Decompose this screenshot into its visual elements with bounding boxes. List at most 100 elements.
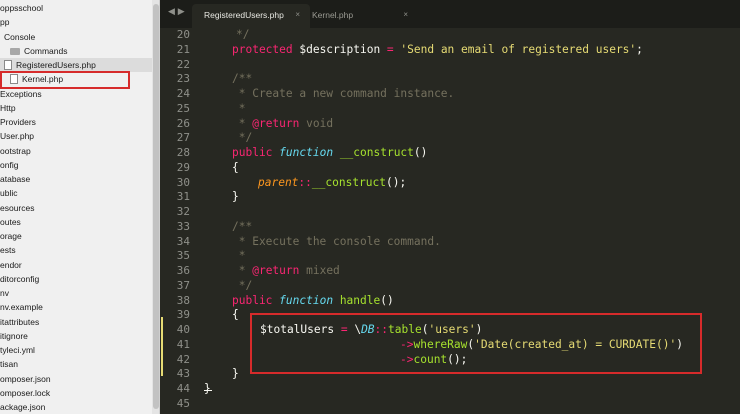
code-editor[interactable]: 20 21 22 23 24 25 26 27 28 29 30 31 32 33 34 35 36 37 38 39… (160, 28, 740, 414)
tree-item-label: endor (0, 259, 22, 270)
code-line-39: { (232, 308, 239, 323)
sidebar-scrollbar-thumb[interactable] (153, 4, 159, 409)
tree-item[interactable]: itignore (0, 329, 152, 343)
line-number: 21 (176, 42, 190, 56)
operator: -> (400, 352, 414, 366)
tree-item-label: RegisteredUsers.php (16, 60, 96, 70)
line-number: 29 (176, 160, 190, 174)
punctuation: ) (676, 337, 683, 351)
punctuation: (); (447, 352, 468, 366)
tree-item[interactable]: oppsschool (0, 1, 152, 15)
tree-item-label: itignore (0, 330, 28, 341)
code-line-24: * Create a new command instance. (232, 87, 455, 102)
line-number: 27 (176, 131, 190, 145)
tree-item[interactable]: ootstrap (0, 144, 152, 158)
code-line-26: * @return void (232, 117, 333, 132)
tree-item[interactable]: Providers (0, 115, 152, 129)
class-name: DB (361, 323, 375, 336)
operator: -> (400, 337, 414, 351)
line-number: 34 (176, 234, 190, 248)
tree-item[interactable]: ditorconfig (0, 272, 152, 286)
comment-text: */ (232, 278, 253, 292)
tree-item[interactable]: Console (0, 30, 152, 44)
tree-item[interactable]: esources (0, 201, 152, 215)
tree-item-label: orage (0, 231, 22, 241)
tree-item[interactable]: User.php (0, 129, 152, 143)
brace: } (232, 367, 239, 381)
code-line-21: protected $description = 'Send an email … (232, 43, 643, 58)
file-tree-sidebar: oppsschool pp Console Commands RegisteredUse… (0, 0, 160, 414)
variable: $description (292, 42, 387, 56)
tree-item[interactable]: omposer.json (0, 372, 152, 386)
tree-item[interactable]: Http (0, 101, 152, 115)
function-call: __construct (311, 175, 386, 189)
keyword: public (232, 146, 273, 159)
comment-text: mixed (299, 264, 340, 277)
tree-item-label: omposer.lock (0, 387, 51, 398)
tree-item[interactable]: endor (0, 258, 152, 272)
comment-text: * (232, 249, 246, 263)
tree-item-label: ests (0, 245, 16, 256)
comment-text: */ (236, 28, 250, 41)
tree-item[interactable]: RegisteredUsers.php (0, 58, 152, 72)
doc-tag: @return (252, 116, 300, 130)
tree-item[interactable]: atabase (0, 172, 152, 186)
tree-item[interactable]: Commands (0, 44, 152, 58)
tree-item[interactable]: ests (0, 243, 152, 257)
line-number: 37 (176, 278, 190, 292)
operator: :: (374, 323, 389, 336)
tree-item[interactable]: tisan (0, 357, 152, 371)
comment-text: */ (232, 131, 253, 145)
tree-item[interactable]: outes (0, 215, 152, 229)
tab-registered-users[interactable]: RegisteredUsers.php × (192, 4, 310, 28)
line-number: 25 (176, 101, 190, 115)
bracket-match-underline (204, 376, 212, 391)
code-line-25: * (232, 102, 246, 117)
keyword: protected (232, 42, 293, 56)
tab-nav-arrows[interactable]: ◀ ▶ (168, 7, 185, 17)
line-number: 38 (176, 293, 190, 307)
tree-item[interactable]: omposer.lock (0, 386, 152, 400)
tree-item[interactable]: Kernel.php (0, 72, 152, 86)
comment-text: void (299, 116, 334, 130)
code-line-33: /** (232, 220, 252, 235)
tree-item[interactable]: ackage.json (0, 400, 152, 414)
comment-text: /** (232, 219, 253, 233)
code-line-43: } (232, 367, 239, 382)
comment-text: * (232, 264, 253, 277)
string-literal: 'Send an email of registered users' (393, 42, 637, 56)
code-line-20: */ (236, 28, 249, 43)
code-line-34: * Execute the console command. (232, 235, 441, 250)
close-icon[interactable]: × (403, 4, 408, 26)
tree-item[interactable]: nv (0, 286, 152, 300)
tree-item[interactable]: tyleci.yml (0, 343, 152, 357)
sidebar-scrollbar[interactable] (152, 0, 159, 414)
tree-item-label: Http (0, 102, 16, 113)
storage-type: function (279, 146, 334, 159)
punctuation: ; (636, 42, 643, 56)
code-line-27: */ (232, 131, 252, 146)
tree-item[interactable]: nv.example (0, 300, 152, 314)
tree-item[interactable]: orage (0, 229, 152, 243)
string-literal: 'users' (428, 323, 476, 336)
variable: $totalUsers (260, 323, 341, 336)
tree-item[interactable]: pp (0, 15, 152, 29)
code-line-41: ->whereRaw('Date(created_at) = CURDATE()… (400, 338, 683, 353)
tree-item[interactable]: itattributes (0, 315, 152, 329)
tree-item-label: Commands (24, 45, 68, 56)
tab-bar: ◀ ▶ RegisteredUsers.php × Kernel.php × (160, 0, 740, 28)
tab-kernel[interactable]: Kernel.php × (300, 4, 418, 28)
forward-arrow-icon[interactable]: ▶ (178, 7, 185, 17)
tree-item-label: ootstrap (0, 145, 31, 156)
code-line-38: public function handle() (232, 294, 394, 309)
line-number: 42 (176, 352, 190, 366)
tree-item[interactable]: Exceptions (0, 87, 152, 101)
line-number: 26 (176, 116, 190, 130)
tree-item-label: esources (0, 202, 35, 213)
back-arrow-icon[interactable]: ◀ (168, 7, 175, 17)
tree-item[interactable]: onfig (0, 158, 152, 172)
function-name: handle (339, 293, 381, 307)
tree-item-label: tyleci.yml (0, 345, 35, 355)
tree-item[interactable]: ublic (0, 186, 152, 200)
line-number: 41 (176, 337, 190, 351)
